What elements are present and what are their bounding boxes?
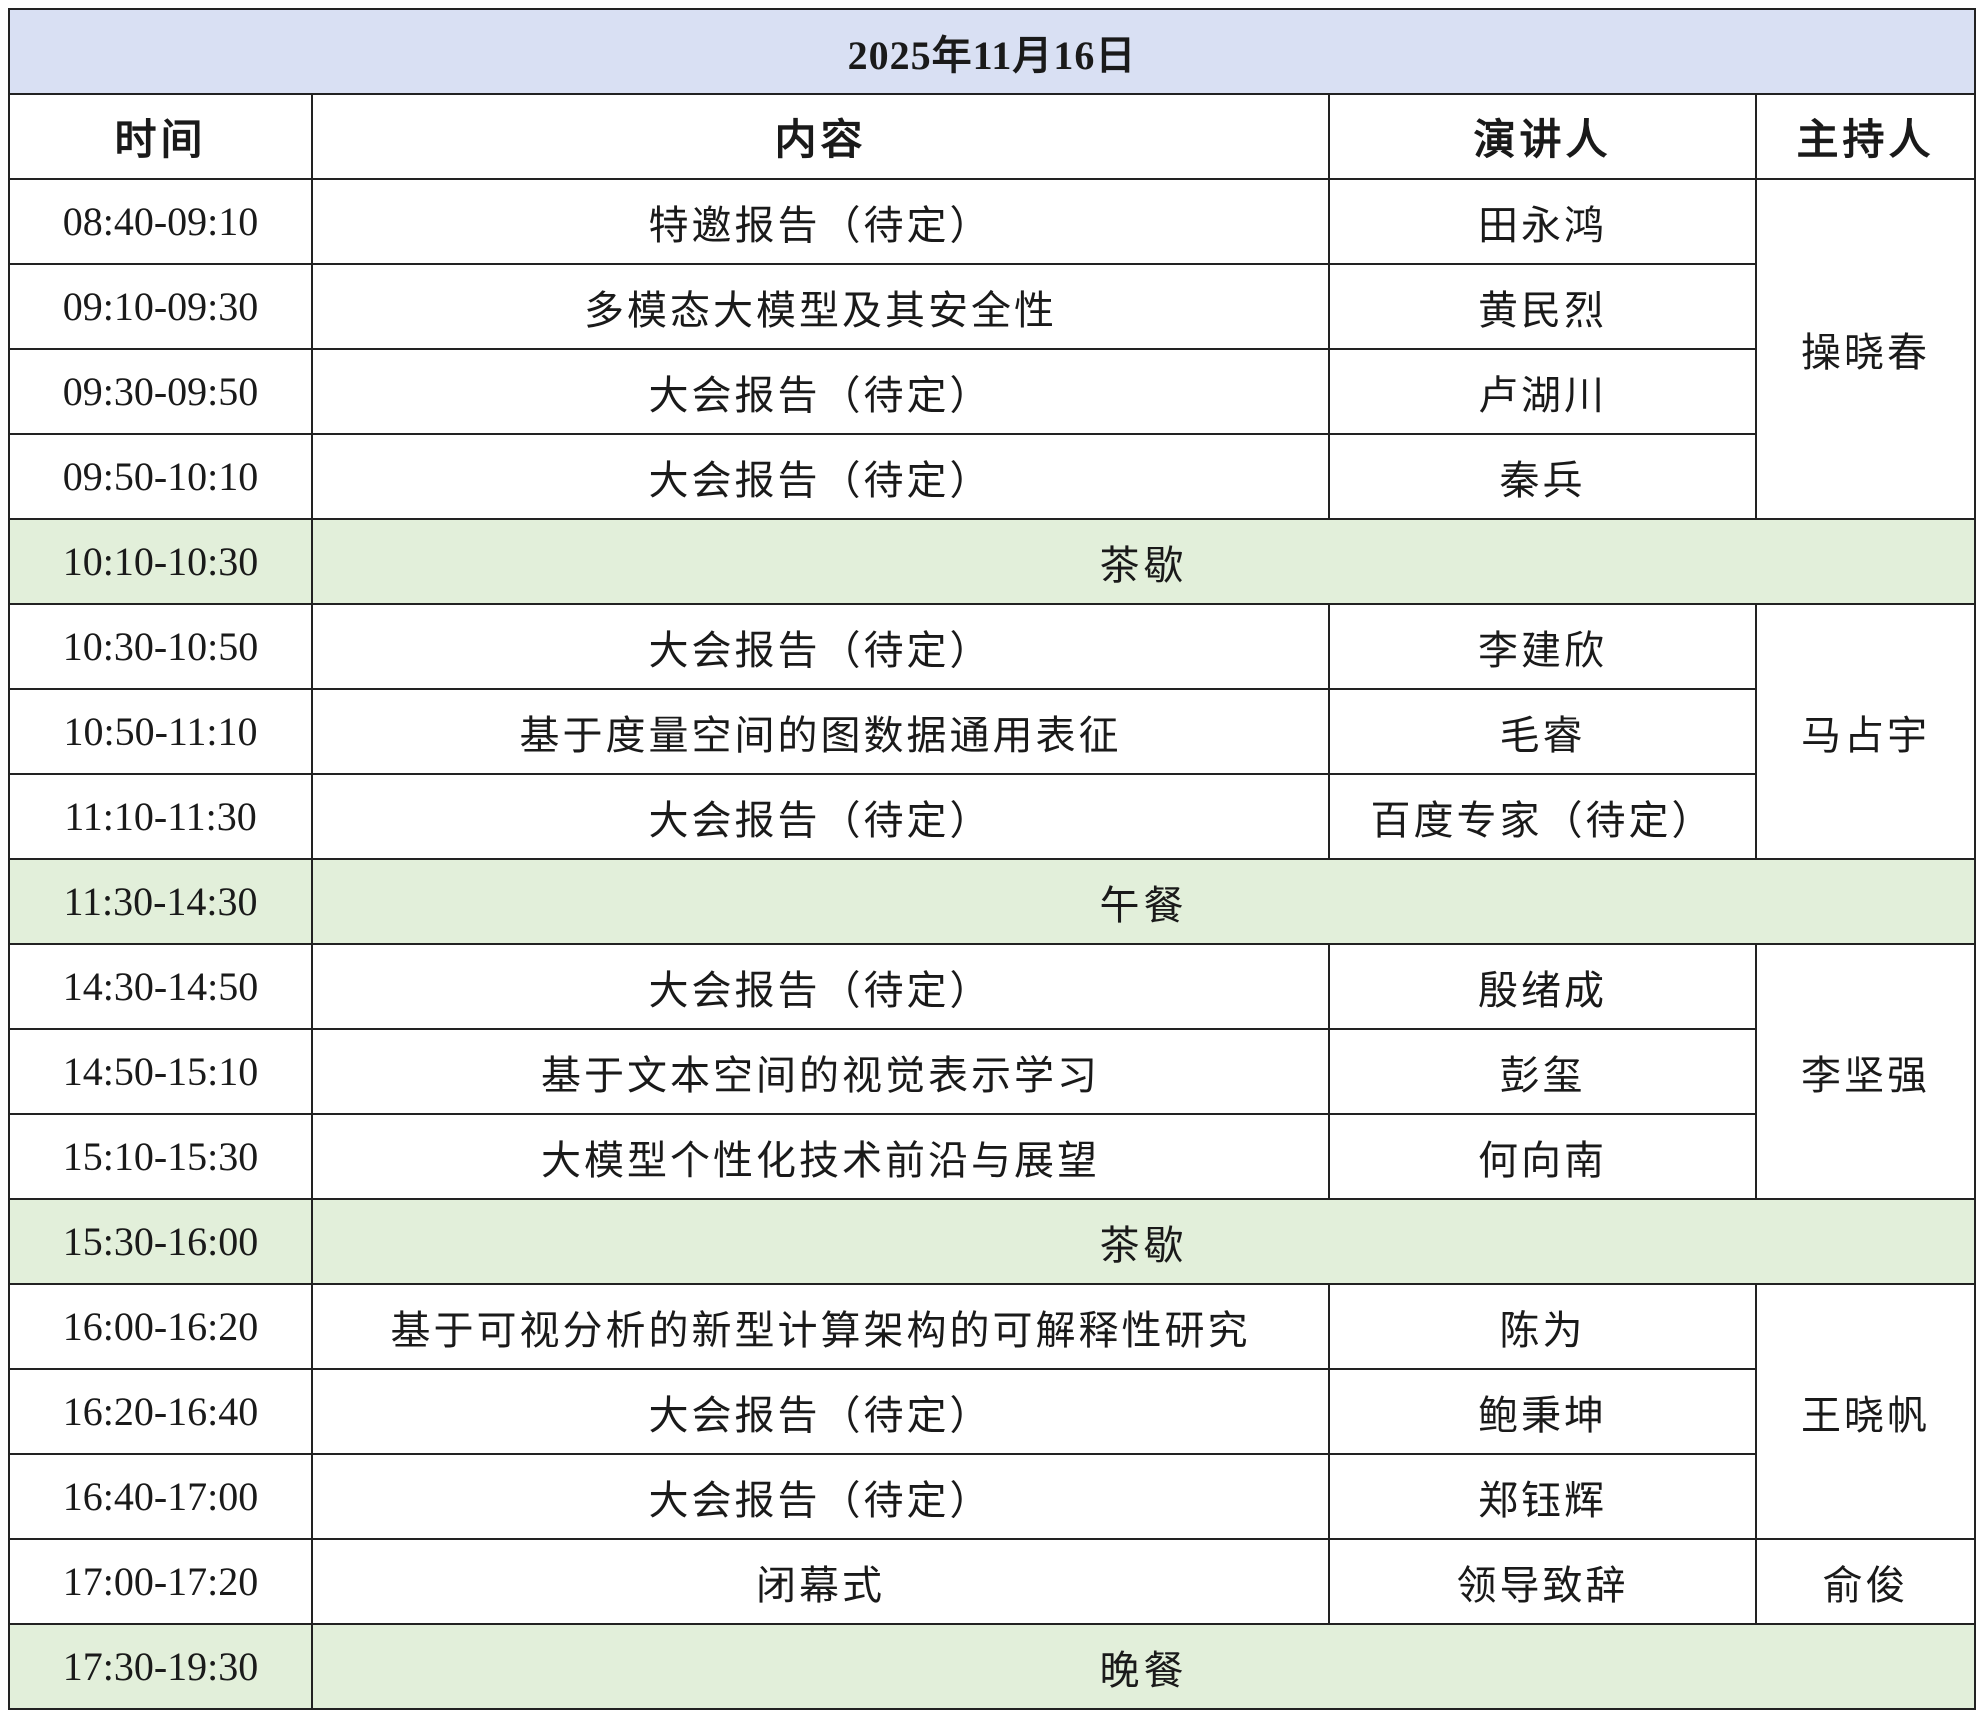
content-cell: 大会报告（待定） [311,348,1330,435]
session-row: 16:20-16:40 大会报告（待定） 鲍秉坤 [8,1368,1975,1455]
speaker-cell: 黄民烈 [1328,263,1757,350]
time-cell: 10:30-10:50 [8,603,313,690]
break-label: 午餐 [310,858,1977,945]
speaker-cell: 鲍秉坤 [1328,1368,1757,1455]
content-cell: 大会报告（待定） [311,1368,1330,1455]
time-cell: 11:10-11:30 [8,773,313,860]
speaker-cell: 陈为 [1328,1283,1757,1370]
host-cell: 马占宇 [1754,603,1977,860]
session-row: 16:40-17:00 大会报告（待定） 郑钰辉 [8,1453,1975,1540]
speaker-cell: 郑钰辉 [1328,1453,1757,1540]
content-cell: 特邀报告（待定） [311,178,1330,265]
content-cell: 基于度量空间的图数据通用表征 [311,688,1330,775]
header-row: 时间 内容 演讲人 主持人 [8,93,1977,180]
speaker-cell: 彭玺 [1328,1028,1757,1115]
host-cell: 王晓帆 [1754,1283,1977,1540]
speaker-cell: 卢湖川 [1328,348,1757,435]
time-cell: 09:50-10:10 [8,433,313,520]
session-row: 14:50-15:10 基于文本空间的视觉表示学习 彭玺 [8,1028,1975,1115]
time-cell: 16:20-16:40 [8,1368,313,1455]
time-cell: 14:30-14:50 [8,943,313,1030]
host-cell: 操晓春 [1754,178,1977,520]
time-cell: 09:10-09:30 [8,263,313,350]
time-cell: 17:00-17:20 [8,1538,313,1625]
time-cell: 17:30-19:30 [8,1623,313,1710]
time-cell: 08:40-09:10 [8,178,313,265]
time-cell: 09:30-09:50 [8,348,313,435]
schedule-table: 2025年11月16日 时间 内容 演讲人 主持人 08:40-09:10 特邀… [7,8,1977,1710]
time-cell: 11:30-14:30 [8,858,313,945]
header-content: 内容 [311,93,1330,180]
content-cell: 大会报告（待定） [311,773,1330,860]
time-cell: 10:50-11:10 [8,688,313,775]
session-row: 15:10-15:30 大模型个性化技术前沿与展望 何向南 [8,1113,1975,1200]
session-row: 16:00-16:20 基于可视分析的新型计算架构的可解释性研究 陈为 王晓帆 [8,1283,1977,1540]
session-row: 08:40-09:10 特邀报告（待定） 田永鸿 操晓春 [8,178,1977,520]
break-row: 10:10-10:30 茶歇 [8,518,1977,605]
break-label: 晚餐 [310,1623,1977,1710]
content-cell: 基于可视分析的新型计算架构的可解释性研究 [311,1283,1330,1370]
content-cell: 大会报告（待定） [311,603,1330,690]
speaker-cell: 领导致辞 [1328,1538,1757,1625]
time-cell: 10:10-10:30 [8,518,313,605]
session-row: 10:30-10:50 大会报告（待定） 李建欣 马占宇 [8,603,1977,860]
host-cell: 俞俊 [1754,1538,1977,1625]
session-row: 09:30-09:50 大会报告（待定） 卢湖川 [8,348,1975,435]
time-cell: 15:30-16:00 [8,1198,313,1285]
speaker-cell: 何向南 [1328,1113,1757,1200]
break-label: 茶歇 [310,518,1977,605]
content-cell: 多模态大模型及其安全性 [311,263,1330,350]
time-cell: 14:50-15:10 [8,1028,313,1115]
session-row: 09:10-09:30 多模态大模型及其安全性 黄民烈 [8,263,1975,350]
date-title: 2025年11月16日 [7,8,1977,95]
host-cell: 李坚强 [1754,943,1977,1200]
header-speaker: 演讲人 [1328,93,1757,180]
speaker-cell: 李建欣 [1328,603,1757,690]
break-row: 11:30-14:30 午餐 [8,858,1977,945]
time-cell: 16:40-17:00 [8,1453,313,1540]
date-row: 2025年11月16日 [7,8,1977,95]
content-cell: 大会报告（待定） [311,1453,1330,1540]
session-row: 11:10-11:30 大会报告（待定） 百度专家（待定） [8,773,1975,860]
session-row: 10:50-11:10 基于度量空间的图数据通用表征 毛睿 [8,688,1975,775]
content-cell: 基于文本空间的视觉表示学习 [311,1028,1330,1115]
break-label: 茶歇 [310,1198,1977,1285]
header-host: 主持人 [1754,93,1977,180]
speaker-cell: 毛睿 [1328,688,1757,775]
speaker-cell: 百度专家（待定） [1328,773,1757,860]
speaker-cell: 秦兵 [1328,433,1757,520]
time-cell: 15:10-15:30 [8,1113,313,1200]
content-cell: 大模型个性化技术前沿与展望 [311,1113,1330,1200]
speaker-cell: 殷绪成 [1328,943,1757,1030]
break-row: 17:30-19:30 晚餐 [8,1623,1977,1710]
time-cell: 16:00-16:20 [8,1283,313,1370]
content-cell: 大会报告（待定） [311,943,1330,1030]
header-time: 时间 [8,93,313,180]
session-row: 17:00-17:20 闭幕式 领导致辞 俞俊 [8,1538,1977,1625]
content-cell: 闭幕式 [311,1538,1330,1625]
session-row: 14:30-14:50 大会报告（待定） 殷绪成 李坚强 [8,943,1977,1200]
speaker-cell: 田永鸿 [1328,178,1757,265]
session-row: 09:50-10:10 大会报告（待定） 秦兵 [8,433,1975,520]
content-cell: 大会报告（待定） [311,433,1330,520]
break-row: 15:30-16:00 茶歇 [8,1198,1977,1285]
